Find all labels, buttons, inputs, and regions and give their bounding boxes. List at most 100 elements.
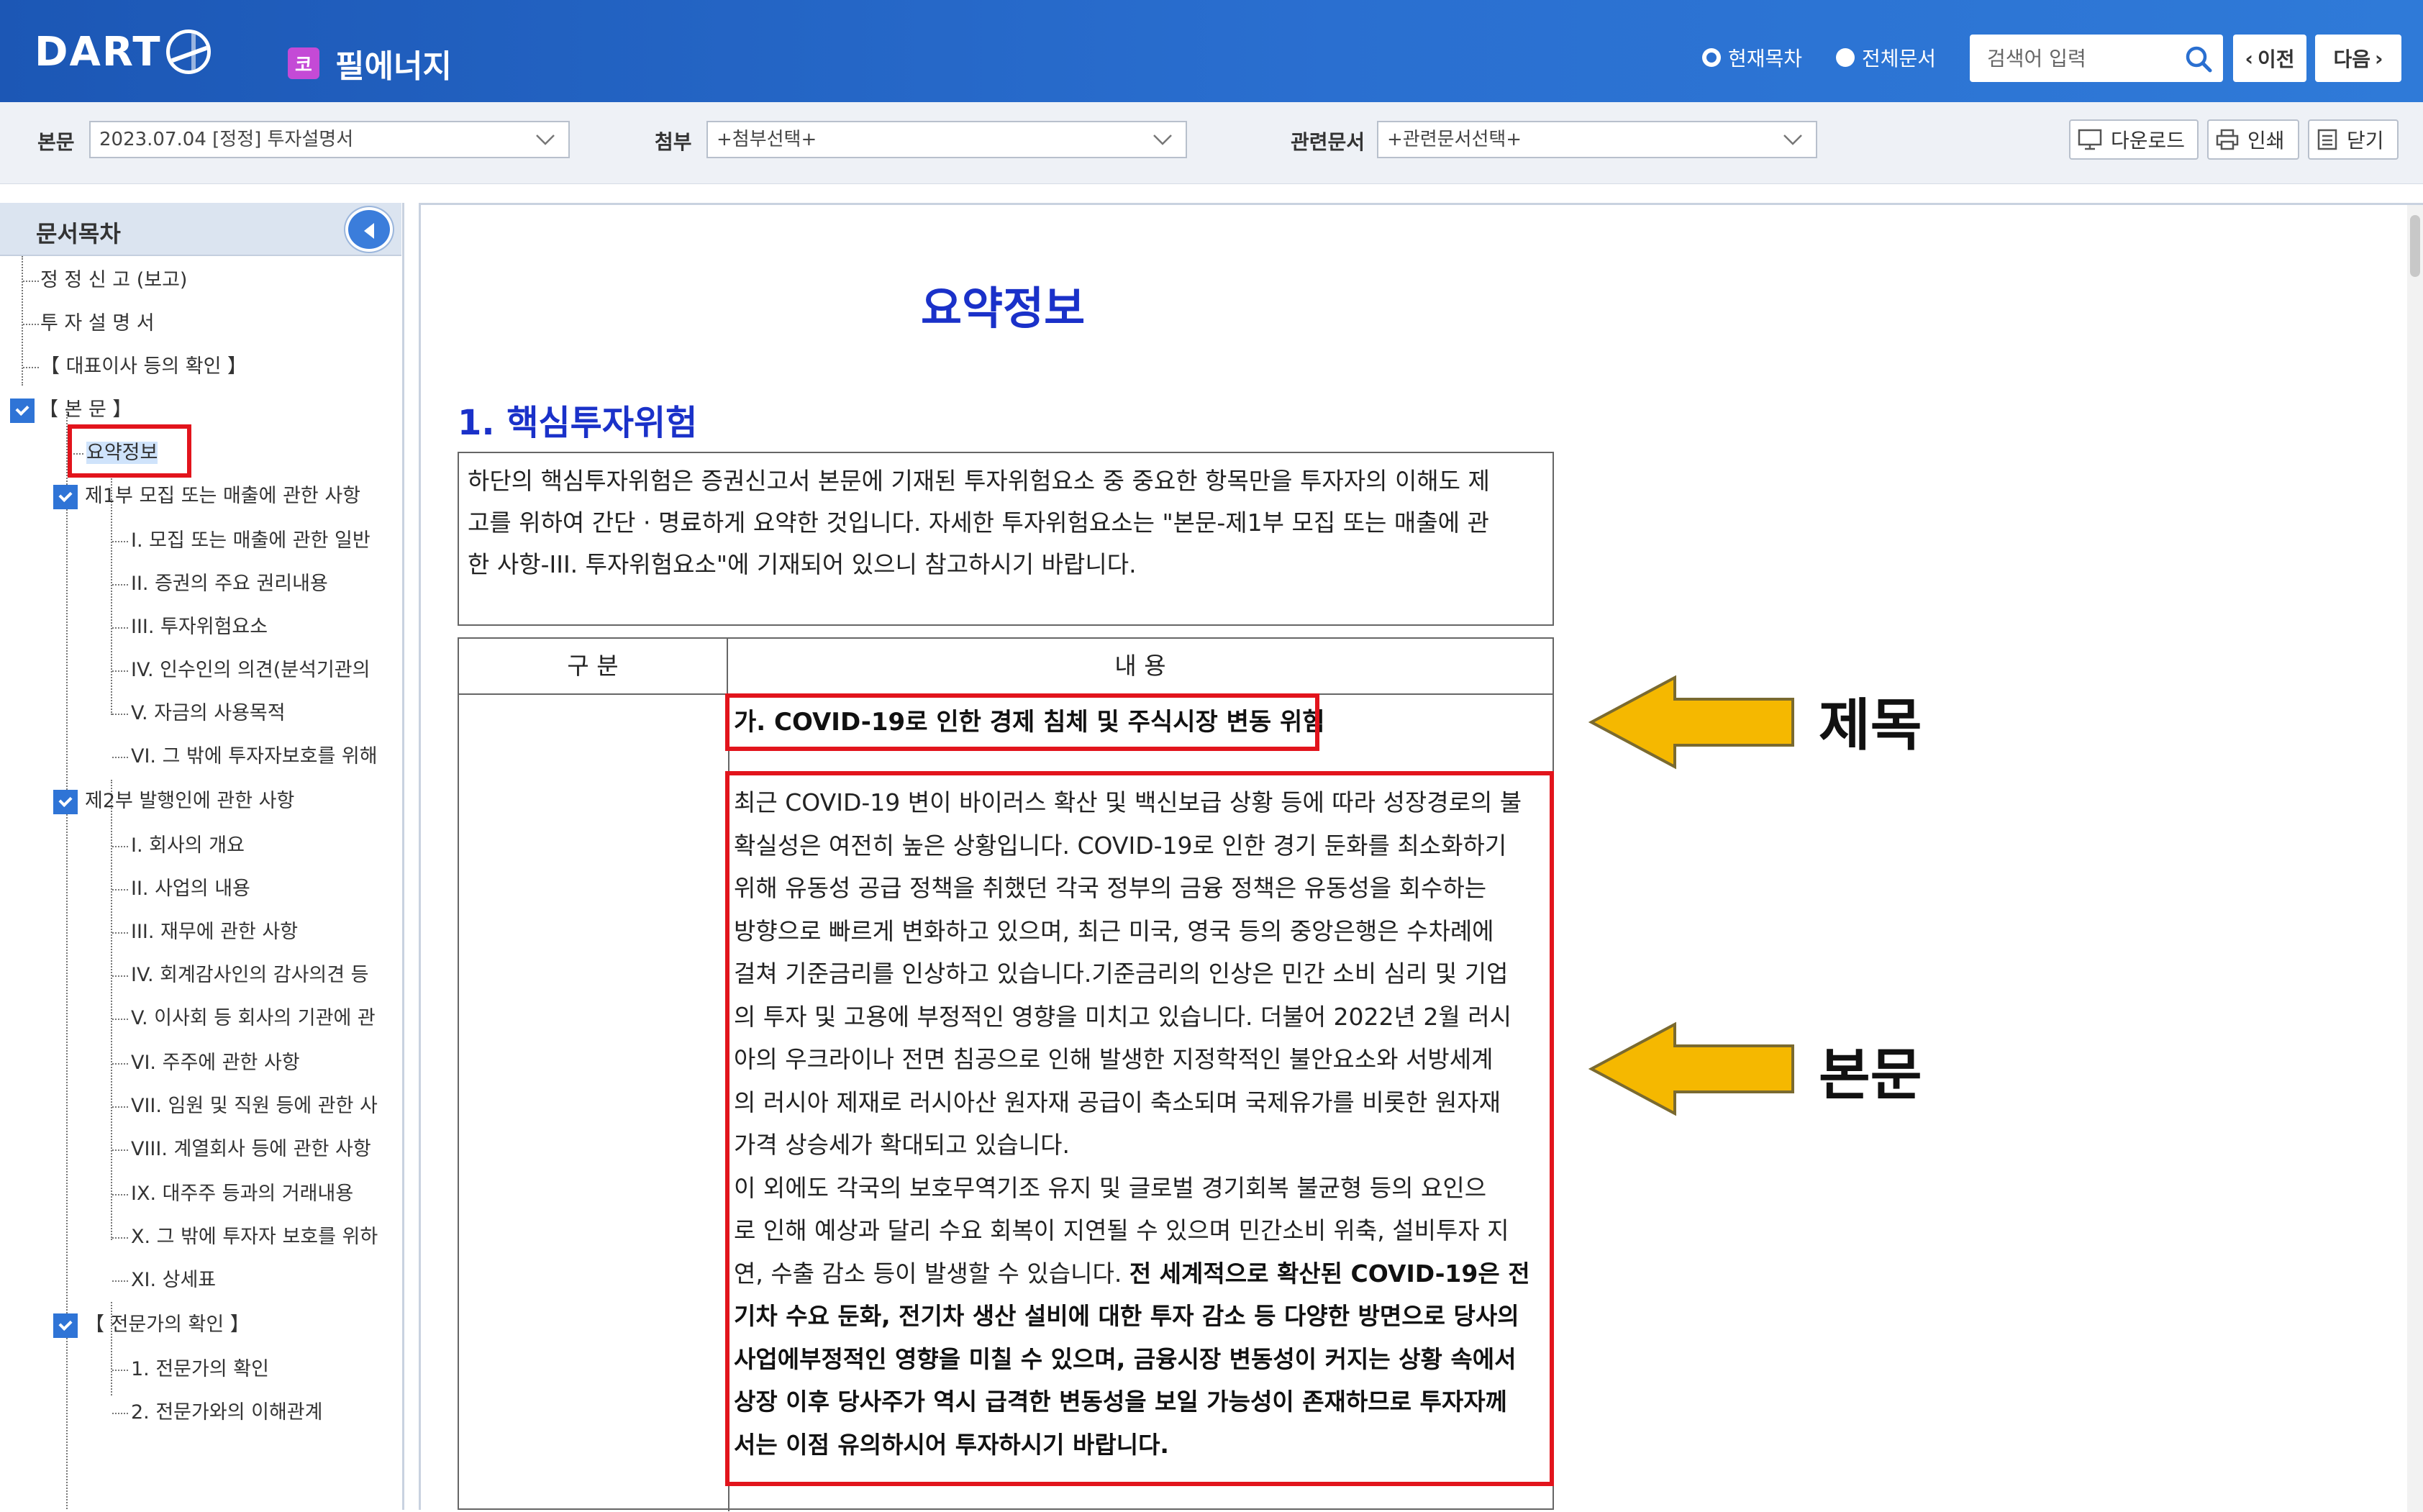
table-header-category: 구 분 (459, 639, 728, 693)
tree-connector (112, 714, 128, 715)
toc-item-label: III. 재무에 관한 사항 (131, 921, 299, 943)
toc-item[interactable]: X. 그 밖에 투자자 보호를 위하 (131, 1223, 378, 1252)
expand-checkbox-icon[interactable] (53, 1313, 78, 1338)
toc-item[interactable]: VI. 그 밖에 투자자보호를 위해 (131, 742, 378, 771)
toc-tree: 정 정 신 고 (보고) 투 자 설 명 서 【 대표이사 등의 확인 】 【 … (0, 256, 401, 1510)
attach-select[interactable]: +첨부선택+ (706, 121, 1187, 158)
radio-icon (1702, 48, 1721, 67)
toc-item-label: IV. 인수인의 의견(분석기관의 (131, 659, 371, 681)
main-doc-select[interactable]: 2023.07.04 [정정] 투자설명서 (89, 121, 570, 158)
toc-item[interactable]: II. 증권의 주요 권리내용 (131, 570, 328, 598)
tree-connector (112, 1370, 128, 1371)
intro-line: 하단의 핵심투자위험은 증권신고서 본문에 기재된 투자위험요소 중 중요한 항… (468, 467, 1490, 495)
annotation-body-label: 본문 (1819, 1043, 1922, 1108)
toc-item-label: VII. 임원 및 직원 등에 관한 사 (131, 1095, 378, 1117)
monitor-icon (2078, 129, 2102, 150)
toc-item[interactable]: I. 회사의 개요 (131, 832, 245, 860)
search-box (1970, 35, 2223, 82)
toc-item[interactable]: 【 대표이사 등의 확인 】 (40, 352, 247, 381)
tree-guide (66, 409, 68, 1510)
related-value: +관련문서선택+ (1387, 129, 1522, 150)
printer-icon (2216, 129, 2239, 150)
tree-connector (112, 757, 128, 758)
toc-item-main[interactable]: 【 본 문 】 (39, 396, 132, 424)
tree-connector (112, 1280, 128, 1282)
dart-logo[interactable]: DART (35, 26, 211, 78)
logo-text: DART (35, 28, 162, 76)
scroll-thumb[interactable] (2410, 215, 2420, 277)
main-doc-value: 2023.07.04 [정정] 투자설명서 (99, 129, 354, 150)
tree-connector (112, 1063, 128, 1065)
expand-checkbox-icon[interactable] (53, 790, 78, 814)
company-title: 코 필에너지 (288, 40, 452, 86)
toc-item[interactable]: VI. 주주에 관한 사항 (131, 1049, 300, 1078)
collapse-panel-icon[interactable] (345, 207, 393, 252)
radio-all-docs[interactable]: 전체문서 (1836, 43, 1936, 72)
highlight-box-body (725, 771, 1554, 1486)
search-icon[interactable] (2184, 45, 2213, 73)
prev-button[interactable]: ‹ 이전 (2233, 35, 2306, 82)
toc-item[interactable]: 【 전문가의 확인 】 (85, 1311, 250, 1339)
toc-item-label: I. 회사의 개요 (131, 834, 245, 857)
radio-current-label: 현재목차 (1728, 47, 1803, 70)
toc-item[interactable]: V. 자금의 사용목적 (131, 699, 286, 728)
radio-current-toc[interactable]: 현재목차 (1702, 43, 1802, 72)
toc-item[interactable]: 제1부 모집 또는 매출에 관한 사항 (85, 482, 360, 511)
prev-label: 이전 (2258, 47, 2295, 71)
toc-item[interactable]: 1. 전문가의 확인 (131, 1355, 269, 1384)
intro-line: 고를 위하여 간단 · 명료하게 요약한 것입니다. 자세한 투자위험요소는 "… (468, 509, 1489, 537)
toc-item[interactable]: I. 모집 또는 매출에 관한 일반 (131, 527, 371, 555)
tree-connector (23, 281, 39, 282)
tree-connector (112, 627, 128, 629)
toc-item[interactable]: IV. 회계감사인의 감사의견 등 (131, 961, 369, 990)
toc-item[interactable]: V. 이사회 등 회사의 기관에 관 (131, 1004, 376, 1033)
toc-item-label: II. 증권의 주요 권리내용 (131, 573, 328, 595)
tree-connector (112, 584, 128, 586)
highlight-box-toc (68, 424, 191, 478)
toc-item[interactable]: II. 사업의 내용 (131, 875, 250, 903)
toc-item[interactable]: 투 자 설 명 서 (40, 309, 155, 338)
chevron-down-icon (1783, 135, 1802, 145)
toc-item-label: II. 사업의 내용 (131, 878, 250, 900)
toc-item-label: 【 본 문 】 (39, 399, 132, 421)
tree-connector (112, 541, 128, 542)
top-header: DART 코 필에너지 현재목차 전체문서 ‹ 이전 다음 › (0, 0, 2423, 102)
close-label: 닫기 (2347, 129, 2384, 152)
tree-connector (112, 1237, 128, 1239)
toc-item[interactable]: IV. 인수인의 의견(분석기관의 (131, 656, 370, 685)
toc-item-label: 2. 전문가와의 이해관계 (131, 1401, 323, 1424)
tree-connector (112, 1019, 128, 1020)
chevron-down-icon (1153, 135, 1172, 145)
tree-connector (23, 367, 39, 368)
toc-item[interactable]: 2. 전문가와의 이해관계 (131, 1398, 323, 1427)
toc-item-label: VIII. 계열회사 등에 관한 사항 (131, 1138, 371, 1160)
toc-item[interactable]: IX. 대주주 등과의 거래내용 (131, 1180, 353, 1208)
close-button[interactable]: 닫기 (2308, 119, 2399, 160)
toc-item-label: 정 정 신 고 (보고) (40, 269, 188, 291)
vertical-scrollbar[interactable] (2407, 205, 2423, 1512)
search-input[interactable] (1970, 35, 2178, 82)
toc-item-label: IV. 회계감사인의 감사의견 등 (131, 964, 369, 986)
toc-item-label: IX. 대주주 등과의 거래내용 (131, 1183, 354, 1205)
toc-item[interactable]: III. 재무에 관한 사항 (131, 918, 298, 947)
related-select[interactable]: +관련문서선택+ (1377, 121, 1817, 158)
toc-item[interactable]: 정 정 신 고 (보고) (40, 266, 187, 295)
tree-connector (112, 1194, 128, 1196)
toc-title: 문서목차 (36, 220, 121, 247)
toc-item[interactable]: XI. 상세표 (131, 1266, 216, 1295)
expand-checkbox-icon[interactable] (53, 485, 78, 509)
related-label: 관련문서 (1291, 130, 1365, 154)
toc-item[interactable]: III. 투자위험요소 (131, 613, 268, 642)
document-close-icon (2317, 129, 2337, 150)
toc-item[interactable]: VIII. 계열회사 등에 관한 사항 (131, 1135, 371, 1164)
next-button[interactable]: 다음 › (2315, 35, 2401, 82)
intro-text-box: 하단의 핵심투자위험은 증권신고서 본문에 기재된 투자위험요소 중 중요한 항… (458, 452, 1554, 626)
toc-item-label: VI. 그 밖에 투자자보호를 위해 (131, 745, 378, 768)
print-button[interactable]: 인쇄 (2207, 119, 2299, 160)
toc-item[interactable]: 제2부 발행인에 관한 사항 (85, 787, 294, 816)
toc-item-label: III. 투자위험요소 (131, 616, 268, 638)
toc-item[interactable]: VII. 임원 및 직원 등에 관한 사 (131, 1092, 378, 1121)
print-label: 인쇄 (2247, 129, 2285, 152)
expand-checkbox-icon[interactable] (10, 399, 35, 423)
download-button[interactable]: 다운로드 (2069, 119, 2199, 160)
